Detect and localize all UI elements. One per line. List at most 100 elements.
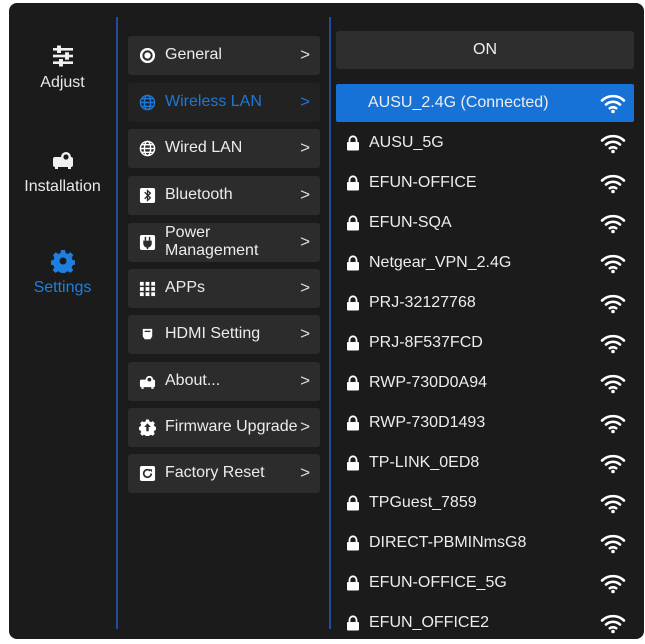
chevron-right-icon: > — [300, 232, 310, 251]
chevron-right-icon: > — [300, 278, 310, 297]
nav-adjust[interactable]: Adjust — [9, 44, 116, 92]
wifi-signal-icon — [600, 414, 626, 434]
menu-label: Wired LAN — [165, 139, 243, 156]
wifi-signal-icon — [600, 534, 626, 554]
network-item[interactable]: Netgear_VPN_2.4G — [336, 244, 634, 282]
apps-grid-icon — [139, 281, 156, 297]
network-item[interactable]: PRJ-32127768 — [336, 284, 634, 322]
menu-label: About... — [165, 372, 221, 389]
menu-item-bluetooth[interactable]: Bluetooth > — [128, 176, 320, 215]
chevron-right-icon: > — [300, 92, 310, 111]
menu-item-wired-lan[interactable]: Wired LAN > — [128, 129, 320, 168]
network-item[interactable]: TP-LINK_0ED8 — [336, 444, 634, 482]
network-name: EFUN-SQA — [369, 214, 452, 231]
network-item[interactable]: EFUN-OFFICE — [336, 164, 634, 202]
network-name: AUSU_5G — [369, 134, 444, 151]
lock-icon — [347, 335, 359, 351]
network-name: EFUN_OFFICE2 — [369, 614, 490, 631]
globe-icon — [139, 140, 156, 157]
radio-circle-icon — [139, 47, 156, 64]
wifi-signal-icon — [600, 94, 626, 114]
network-name: Netgear_VPN_2.4G — [369, 254, 512, 271]
bluetooth-icon — [139, 187, 156, 204]
menu-item-factory-reset[interactable]: Factory Reset > — [128, 454, 320, 493]
network-name: EFUN-OFFICE — [369, 174, 477, 191]
chevron-right-icon: > — [300, 324, 310, 343]
chevron-right-icon: > — [300, 463, 310, 482]
wifi-signal-icon — [600, 134, 626, 154]
nav-label: Adjust — [40, 74, 85, 91]
menu-item-general[interactable]: General > — [128, 36, 320, 75]
nav-label: Settings — [33, 279, 92, 296]
chevron-right-icon: > — [300, 185, 310, 204]
wifi-signal-icon — [600, 334, 626, 354]
globe-icon — [139, 94, 156, 111]
menu-label-line1: Power — [165, 224, 211, 241]
network-item[interactable]: PRJ-8F537FCD — [336, 324, 634, 362]
network-name: PRJ-8F537FCD — [369, 334, 483, 351]
menu-item-firmware-upgrade[interactable]: Firmware Upgrade > — [128, 408, 320, 447]
network-item[interactable]: RWP-730D1493 — [336, 404, 634, 442]
wifi-signal-icon — [600, 614, 626, 634]
network-name: PRJ-32127768 — [369, 294, 476, 311]
wifi-signal-icon — [600, 294, 626, 314]
menu-label: APPs — [165, 279, 206, 296]
menu-label-line2: Management — [165, 242, 259, 259]
menu-label: Bluetooth — [165, 186, 233, 203]
lock-icon — [347, 495, 359, 511]
network-name: RWP-730D0A94 — [369, 374, 487, 391]
menu-label: Wireless LAN — [165, 93, 262, 110]
lock-icon — [347, 295, 359, 311]
network-item[interactable]: TPGuest_7859 — [336, 484, 634, 522]
lock-icon — [347, 215, 359, 231]
lock-icon — [347, 535, 359, 551]
wifi-signal-icon — [600, 494, 626, 514]
network-name: TPGuest_7859 — [369, 494, 477, 511]
menu-item-wireless-lan[interactable]: Wireless LAN > — [128, 83, 320, 122]
lock-icon — [347, 255, 359, 271]
wifi-signal-icon — [600, 174, 626, 194]
nav-installation[interactable]: Installation — [9, 148, 116, 196]
gear-icon — [50, 250, 75, 273]
lock-icon — [347, 615, 359, 631]
menu-item-hdmi-setting[interactable]: HDMI Setting > — [128, 315, 320, 354]
wifi-signal-icon — [600, 454, 626, 474]
network-item[interactable]: AUSU_5G — [336, 124, 634, 162]
network-item[interactable]: RWP-730D0A94 — [336, 364, 634, 402]
settings-window: Adjust Installation Settings General > W… — [9, 3, 644, 639]
lock-icon — [347, 175, 359, 191]
upgrade-icon — [139, 419, 156, 436]
menu-label: HDMI Setting — [165, 325, 261, 342]
network-name: AUSU_2.4G (Connected) — [368, 94, 549, 111]
network-item[interactable]: EFUN-SQA — [336, 204, 634, 242]
wifi-signal-icon — [600, 254, 626, 274]
menu-label: Power Management — [165, 224, 258, 260]
network-item[interactable]: DIRECT-PBMINmsG8 — [336, 524, 634, 562]
menu-item-apps[interactable]: APPs > — [128, 269, 320, 308]
divider — [116, 17, 118, 629]
wifi-toggle-button[interactable]: ON — [336, 31, 634, 69]
network-name: TP-LINK_0ED8 — [369, 454, 480, 471]
network-item-connected[interactable]: AUSU_2.4G (Connected) — [336, 84, 634, 122]
menu-label: General — [165, 46, 222, 63]
sliders-icon — [52, 45, 73, 67]
wifi-signal-icon — [600, 214, 626, 234]
lock-icon — [347, 375, 359, 391]
nav-settings[interactable]: Settings — [9, 249, 116, 297]
menu-item-power-management[interactable]: Power Management > — [128, 223, 320, 262]
chevron-right-icon: > — [300, 138, 310, 157]
chevron-right-icon: > — [300, 45, 310, 64]
projector-icon — [52, 152, 73, 169]
power-plug-icon — [139, 234, 156, 251]
network-name: DIRECT-PBMINmsG8 — [369, 534, 527, 551]
projector-icon — [139, 375, 156, 389]
wifi-signal-icon — [600, 374, 626, 394]
lock-icon — [347, 575, 359, 591]
menu-item-about[interactable]: About... > — [128, 362, 320, 401]
reset-icon — [139, 465, 156, 482]
network-item[interactable]: EFUN_OFFICE2 — [336, 604, 634, 639]
chevron-right-icon: > — [300, 371, 310, 390]
wifi-signal-icon — [600, 574, 626, 594]
lock-icon — [347, 135, 359, 151]
network-item[interactable]: EFUN-OFFICE_5G — [336, 564, 634, 602]
